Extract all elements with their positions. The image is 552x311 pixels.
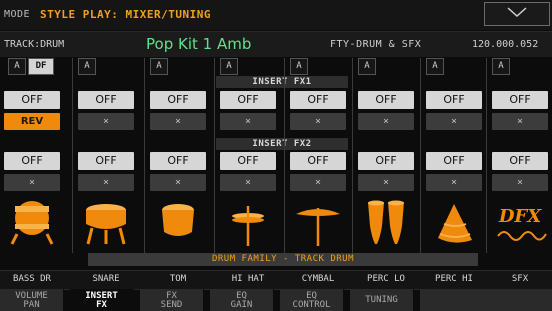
kit-bank: FTY-DRUM & SFX <box>330 39 422 50</box>
insert-fx1-slot[interactable]: × <box>290 113 346 130</box>
insert-fx2-slot[interactable]: × <box>4 174 60 191</box>
insert-fx2-slot[interactable]: × <box>492 174 548 191</box>
insert-fx2-slot[interactable]: × <box>426 174 482 191</box>
insert-fx2-switch[interactable]: OFF <box>220 152 276 170</box>
insert-fx2-switch[interactable]: OFF <box>150 152 206 170</box>
insert-fx1-switch[interactable]: OFF <box>290 91 346 109</box>
channel-name: SNARE <box>92 274 120 284</box>
insert-fx2-slot[interactable]: × <box>150 174 206 191</box>
kit-name[interactable]: Pop Kit 1 Amb <box>146 35 251 53</box>
insert-fx1-slot[interactable]: × <box>492 113 548 130</box>
insert-fx1-slot[interactable]: REV <box>4 113 60 130</box>
insert-fx2-switch[interactable]: OFF <box>4 152 60 170</box>
insert-fx1-switch[interactable]: OFF <box>492 91 548 109</box>
insert-fx2-slot[interactable]: × <box>220 174 276 191</box>
insert-fx1-slot[interactable]: × <box>426 113 482 130</box>
insert-fx1-switch[interactable]: OFF <box>358 91 414 109</box>
tom-icon[interactable] <box>150 198 206 248</box>
channel-a-button[interactable]: A <box>492 58 510 75</box>
channel-strip: A OFF × OFF × <box>286 58 350 271</box>
insert-fx1-switch[interactable]: OFF <box>4 91 60 109</box>
channel-name: PERC HI <box>435 274 473 284</box>
tab-label: GAIN <box>230 300 253 310</box>
channel-name: SFX <box>511 274 529 284</box>
mode-bar: MODE STYLE PLAY: MIXER/TUNING <box>0 0 552 30</box>
tab-volume-pan[interactable]: VOLUME PAN <box>0 289 64 311</box>
tab-eq-gain[interactable]: EQ GAIN <box>210 289 274 311</box>
insert-fx1-slot[interactable]: × <box>150 113 206 130</box>
mode-title: STYLE PLAY: MIXER/TUNING <box>40 8 211 21</box>
shaker-icon[interactable] <box>426 198 482 248</box>
channel-df-button[interactable]: DF <box>28 58 54 75</box>
channel-strip: A OFF × OFF × <box>74 58 138 271</box>
channel-a-button[interactable]: A <box>426 58 444 75</box>
tab-tuning[interactable]: TUNING <box>350 289 414 311</box>
chevron-down-icon <box>507 7 527 18</box>
tab-label: CONTROL <box>292 300 331 310</box>
tab-label: SEND <box>160 300 183 310</box>
insert-fx1-switch[interactable]: OFF <box>426 91 482 109</box>
insert-fx1-slot[interactable]: × <box>220 113 276 130</box>
channel-strip: A OFF × OFF × <box>354 58 418 271</box>
insert-fx2-switch[interactable]: OFF <box>358 152 414 170</box>
hi-hat-icon[interactable] <box>220 198 276 248</box>
insert-fx1-switch[interactable]: OFF <box>150 91 206 109</box>
drum-family-label: DRUM FAMILY - TRACK DRUM <box>88 253 478 266</box>
insert-fx2-switch[interactable]: OFF <box>426 152 482 170</box>
channel-strip: A OFF × OFF × <box>146 58 210 271</box>
svg-text:DFX: DFX <box>498 206 542 227</box>
kit-number: 120.000.052 <box>472 39 539 50</box>
insert-fx2-slot[interactable]: × <box>78 174 134 191</box>
channel-a-button[interactable]: A <box>290 58 308 75</box>
page-menu-button[interactable] <box>484 2 550 26</box>
channel-a-button[interactable]: A <box>150 58 168 75</box>
channel-a-button[interactable]: A <box>358 58 376 75</box>
tab-label: TUNING <box>365 295 398 305</box>
insert-fx1-slot[interactable]: × <box>358 113 414 130</box>
track-label: TRACK:DRUM <box>4 39 65 50</box>
tab-bar-filler <box>420 289 552 311</box>
channel-strip: A OFF × OFF × DFX <box>488 58 552 271</box>
channel-a-button[interactable]: A <box>220 58 238 75</box>
track-info-bar: TRACK:DRUM Pop Kit 1 Amb FTY-DRUM & SFX … <box>0 31 552 57</box>
insert-fx1-switch[interactable]: OFF <box>78 91 134 109</box>
insert-fx2-switch[interactable]: OFF <box>290 152 346 170</box>
insert-fx2-switch[interactable]: OFF <box>492 152 548 170</box>
insert-fx2-slot[interactable]: × <box>358 174 414 191</box>
insert-fx1-switch[interactable]: OFF <box>220 91 276 109</box>
channel-strip: A OFF × OFF × <box>422 58 486 271</box>
conga-icon[interactable] <box>358 198 414 248</box>
channel-a-button[interactable]: A <box>8 58 26 75</box>
channel-name: HI HAT <box>231 274 265 284</box>
tab-insert-fx[interactable]: INSERT FX <box>70 289 134 311</box>
insert-fx1-slot[interactable]: × <box>78 113 134 130</box>
channel-name: BASS DR <box>13 274 51 284</box>
channel-name: TOM <box>169 274 187 284</box>
bass-drum-icon[interactable] <box>4 198 60 248</box>
channel-name: CYMBAL <box>301 274 335 284</box>
tab-label: FX <box>96 300 107 310</box>
sfx-icon[interactable]: DFX <box>492 198 548 248</box>
insert-fx2-slot[interactable]: × <box>290 174 346 191</box>
channel-name: PERC LO <box>367 274 405 284</box>
channel-strip: A OFF × OFF × <box>216 58 280 271</box>
cymbal-icon[interactable] <box>290 198 346 248</box>
channel-strip: A DF OFF REV OFF × <box>0 58 64 271</box>
snare-drum-icon[interactable] <box>78 198 134 248</box>
channel-a-button[interactable]: A <box>78 58 96 75</box>
mode-label: MODE <box>4 9 31 20</box>
insert-fx2-switch[interactable]: OFF <box>78 152 134 170</box>
tab-eq-control[interactable]: EQ CONTROL <box>280 289 344 311</box>
tab-fx-send[interactable]: FX SEND <box>140 289 204 311</box>
tab-label: PAN <box>23 300 40 310</box>
